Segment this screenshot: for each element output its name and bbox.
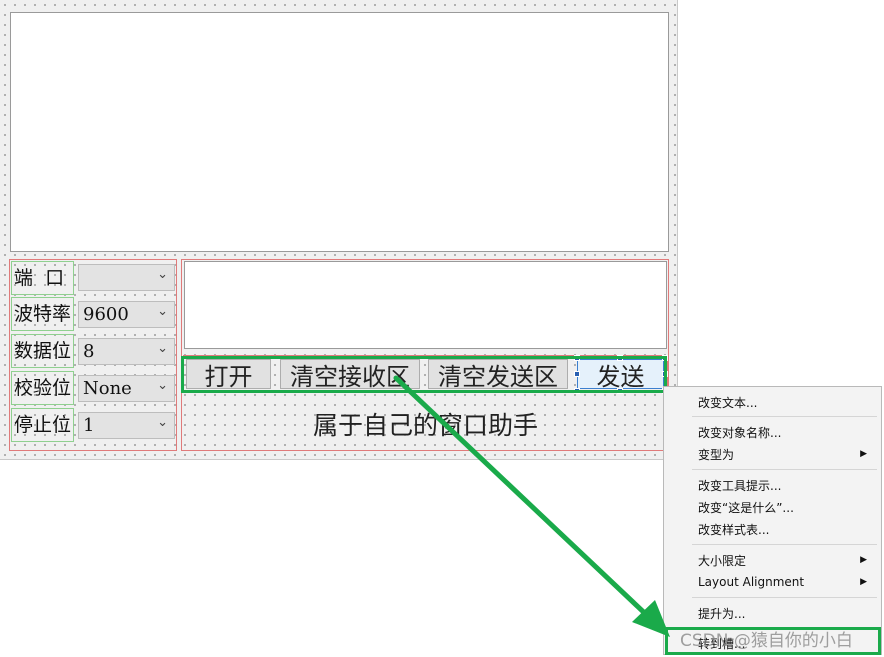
menu-separator: [692, 597, 877, 598]
app-title-text: 属于自己的窗口助手: [312, 411, 538, 440]
menu-item-label: 改变样式表...: [698, 522, 770, 537]
stop-bits-label: 停止位: [11, 408, 74, 442]
data-bits-label: 数据位: [11, 334, 74, 368]
parity-combo-value: None: [83, 378, 132, 399]
menu-item-label: 提升为...: [698, 606, 746, 621]
menu-item-change-whats-this[interactable]: 改变“这是什么”...: [664, 496, 881, 518]
menu-separator: [692, 469, 877, 470]
send-text-area[interactable]: [184, 261, 667, 349]
menu-item-label: 改变“这是什么”...: [698, 500, 794, 515]
menu-item-promote-to[interactable]: 提升为...: [664, 602, 881, 624]
submenu-arrow-icon: ▶: [860, 449, 867, 459]
chevron-down-icon: ⌄: [157, 341, 168, 356]
menu-item-label: 改变工具提示...: [698, 478, 782, 493]
chevron-down-icon: ⌄: [157, 267, 168, 282]
parity-label-text: 校验位: [14, 377, 72, 399]
watermark-text: CSDN @猿自你的小白: [680, 630, 853, 651]
menu-item-change-stylesheet[interactable]: 改变样式表...: [664, 518, 881, 540]
data-bits-combo[interactable]: 8 ⌄: [78, 338, 175, 365]
baud-label: 波特率: [11, 297, 74, 331]
menu-item-change-object-name[interactable]: 改变对象名称...: [664, 421, 881, 443]
stop-bits-combo-value: 1: [83, 415, 95, 436]
port-label-text: 端 口: [14, 267, 65, 289]
menu-item-label: Layout Alignment: [698, 575, 805, 589]
chevron-down-icon: ⌄: [157, 378, 168, 393]
parity-combo[interactable]: None ⌄: [78, 375, 175, 402]
menu-item-label: 大小限定: [698, 553, 747, 568]
menu-item-size-constraints[interactable]: 大小限定 ▶: [664, 549, 881, 571]
port-combo[interactable]: ⌄: [78, 264, 175, 291]
chevron-down-icon: ⌄: [157, 304, 168, 319]
submenu-arrow-icon: ▶: [860, 555, 867, 565]
menu-item-layout-alignment[interactable]: Layout Alignment ▶: [664, 571, 881, 593]
menu-separator: [692, 544, 877, 545]
port-label: 端 口: [11, 261, 74, 295]
menu-item-label: 改变对象名称...: [698, 425, 782, 440]
button-row-highlight: [181, 356, 667, 393]
parity-label: 校验位: [11, 371, 74, 405]
app-title-label: 属于自己的窗口助手: [184, 402, 667, 446]
context-menu: 改变文本... 改变对象名称... 变型为 ▶ 改变工具提示... 改变“这是什…: [663, 386, 882, 655]
receive-text-area[interactable]: [10, 12, 669, 252]
menu-item-change-tooltip[interactable]: 改变工具提示...: [664, 474, 881, 496]
submenu-arrow-icon: ▶: [860, 577, 867, 587]
baud-combo-value: 9600: [83, 304, 129, 325]
stop-bits-label-text: 停止位: [14, 414, 72, 436]
baud-combo[interactable]: 9600 ⌄: [78, 301, 175, 328]
menu-item-change-text[interactable]: 改变文本...: [664, 391, 881, 413]
data-bits-combo-value: 8: [83, 341, 95, 362]
menu-item-label: 改变文本...: [698, 395, 758, 410]
baud-label-text: 波特率: [14, 303, 72, 325]
data-bits-label-text: 数据位: [14, 340, 72, 362]
chevron-down-icon: ⌄: [157, 415, 168, 430]
menu-item-label: 变型为: [698, 447, 735, 462]
menu-item-morph-into[interactable]: 变型为 ▶: [664, 443, 881, 465]
watermark: CSDN @猿自你的小白: [680, 626, 880, 651]
menu-separator: [692, 416, 877, 417]
stop-bits-combo[interactable]: 1 ⌄: [78, 412, 175, 439]
